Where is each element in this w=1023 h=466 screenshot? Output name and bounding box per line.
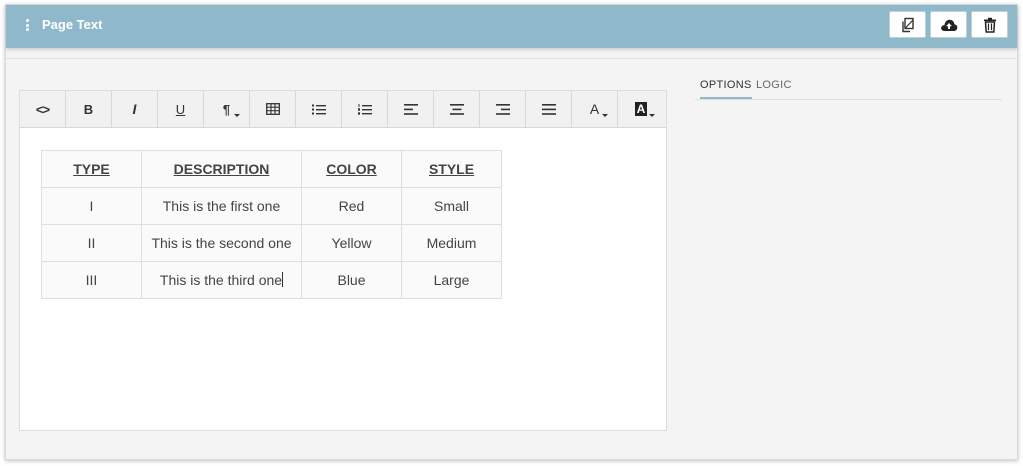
cell-text: This is the third one [159,272,283,288]
panel-header: Page Text [6,5,1017,48]
font-color-button[interactable]: A [572,91,618,127]
table-cell[interactable]: This is the second one [141,224,302,262]
underline-icon: U [175,101,186,117]
content-table[interactable]: TYPE DESCRIPTION COLOR STYLE I This is t… [41,150,502,299]
table-header-cell[interactable]: COLOR [301,150,402,188]
paragraph-style-button[interactable]: ¶ [204,91,250,127]
paragraph-icon: ¶ [222,101,231,117]
header-divider [6,58,1017,59]
table-cell[interactable]: Medium [401,224,502,262]
italic-icon: I [132,101,137,117]
kebab-menu-icon[interactable] [26,19,29,31]
align-right-icon [495,103,510,115]
table-cell[interactable]: Red [301,187,402,225]
chevron-down-icon [234,114,240,117]
table-cell-active[interactable]: This is the third one [141,261,302,299]
code-icon: <> [35,101,50,117]
table-cell[interactable]: Blue [301,261,402,299]
insert-table-button[interactable] [250,91,296,127]
table-row: III This is the third one Blue Large [41,261,502,299]
align-justify-button[interactable] [526,91,572,127]
numbered-list-icon [357,103,372,115]
table-cell[interactable]: II [41,224,142,262]
bullet-list-icon [311,104,326,114]
italic-button[interactable]: I [112,91,158,127]
rich-text-editor[interactable]: <> B I U ¶ A A TYPE DESCRIPTION COLOR ST… [19,90,667,431]
table-cell[interactable]: Small [401,187,502,225]
table-header-cell[interactable]: STYLE [401,150,502,188]
align-center-icon [449,103,464,115]
numbered-list-button[interactable] [342,91,388,127]
code-view-button[interactable]: <> [20,91,66,127]
align-left-button[interactable] [388,91,434,127]
font-color-icon: A [589,101,600,117]
text-cursor [282,272,284,287]
table-cell[interactable]: III [41,261,142,299]
bold-icon: B [83,101,94,117]
table-icon [265,103,280,115]
align-right-button[interactable] [480,91,526,127]
tab-options[interactable]: OPTIONS [700,79,752,99]
table-cell[interactable]: Large [401,261,502,299]
copy-button[interactable] [889,11,926,38]
panel-title: Page Text [42,17,103,32]
bullet-list-button[interactable] [296,91,342,127]
tab-logic[interactable]: LOGIC [756,79,792,91]
highlight-color-icon: A [634,102,648,116]
copy-icon [901,17,914,32]
table-cell[interactable]: I [41,187,142,225]
underline-button[interactable]: U [158,91,204,127]
table-cell[interactable]: This is the first one [141,187,302,225]
highlight-color-button[interactable]: A [618,91,664,127]
table-header-cell[interactable]: DESCRIPTION [141,150,302,188]
table-header-row: TYPE DESCRIPTION COLOR STYLE [41,150,502,188]
table-cell[interactable]: Yellow [301,224,402,262]
align-left-icon [403,103,418,115]
table-row: II This is the second one Yellow Medium [41,224,502,262]
cloud-upload-icon [940,19,957,31]
trash-icon [983,17,996,33]
table-header-cell[interactable]: TYPE [41,150,142,188]
chevron-down-icon [602,114,608,117]
page-text-panel: Page Text <> B I U ¶ A A TYPE DESCRIPTIO… [5,4,1018,460]
delete-button[interactable] [971,11,1008,38]
align-justify-icon [541,103,556,115]
table-row: I This is the first one Red Small [41,187,502,225]
bold-button[interactable]: B [66,91,112,127]
editor-toolbar: <> B I U ¶ A A [20,91,666,128]
align-center-button[interactable] [434,91,480,127]
settings-tabs: OPTIONS LOGIC [695,77,1002,100]
upload-button[interactable] [930,11,967,38]
chevron-down-icon [649,114,655,117]
